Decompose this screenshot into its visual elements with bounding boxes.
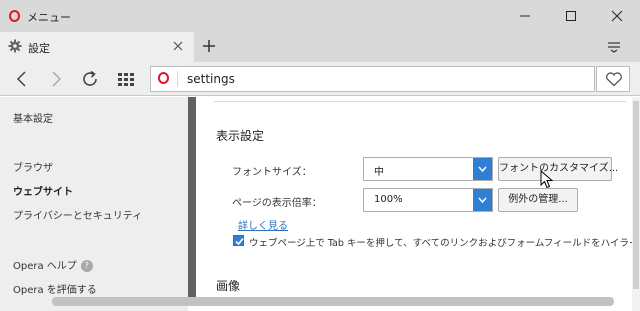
customize-fonts-button[interactable]: フォントのカスタマイズ... [498,157,618,181]
window-titlebar: メニュー [0,0,640,32]
display-section-title: 表示設定 [216,129,265,143]
sidebar-item-basic[interactable]: 基本設定 [13,110,53,125]
menu-icon[interactable] [607,41,621,53]
opera-logo-icon[interactable] [9,10,20,22]
font-size-select[interactable]: 中 [363,157,493,181]
sidebar-item-websites[interactable]: ウェブサイト [13,183,73,198]
bookmark-heart-button[interactable] [596,66,630,92]
font-size-dropdown-toggle[interactable] [473,158,492,180]
sidebar-item-privacy[interactable]: プライバシーとセキュリティ [13,207,142,222]
speed-dial-icon[interactable] [117,71,135,87]
sidebar-item-help[interactable]: Opera ヘルプ? [13,257,93,272]
minimize-icon [520,15,530,17]
maximize-button[interactable] [548,0,594,32]
tab-bar: 設定 [0,32,640,62]
sidebar-item-browser[interactable]: ブラウザ [13,159,53,174]
content-scrollbar-thumb[interactable] [633,101,639,289]
content-scrollbar[interactable] [632,97,640,311]
learn-more-link[interactable]: 詳しく見る [238,217,288,232]
close-window-button[interactable] [594,0,640,32]
manage-exceptions-button[interactable]: 例外の管理... [498,188,578,212]
zoom-select[interactable]: 100% [363,188,493,212]
settings-sidebar: 基本設定 ブラウザ ウェブサイト プライバシーとセキュリティ Opera ヘルプ… [0,97,188,311]
zoom-dropdown-toggle[interactable] [473,189,492,211]
plus-icon[interactable] [201,38,217,54]
section-divider [214,101,626,102]
tab-label: 設定 [28,42,50,55]
reload-icon[interactable] [81,70,101,88]
address-url[interactable]: settings [187,72,235,86]
sidebar-item-help-label: Opera ヘルプ [13,261,77,272]
gear-icon [8,39,22,53]
mouse-cursor-icon [540,170,554,189]
tab-highlight-label[interactable]: ウェブページ上で Tab キーを押して、すべてのリンクおよびフォームフィールドを… [249,235,640,249]
heart-icon [606,72,622,87]
sidebar-scrollbar[interactable] [188,97,196,303]
minimize-button[interactable] [502,0,548,32]
images-section-title: 画像 [216,279,241,293]
tab-highlight-checkbox[interactable] [233,235,244,246]
address-separator [177,71,178,87]
horizontal-scrollbar[interactable] [52,297,614,306]
zoom-label: ページの表示倍率： [232,198,322,209]
help-icon: ? [80,260,93,272]
maximize-icon [566,11,576,21]
chevron-down-icon [478,197,487,203]
checkmark-icon [235,237,244,246]
close-icon [611,10,623,22]
sidebar-item-rate[interactable]: Opera を評価する [13,281,97,296]
close-icon[interactable] [173,41,183,51]
navigation-bar: settings [0,62,640,96]
back-icon[interactable] [13,70,29,88]
tab-settings[interactable]: 設定 [0,32,194,62]
address-bar[interactable]: settings [150,66,595,92]
font-size-value: 中 [374,167,384,178]
font-size-label: フォントサイズ： [232,167,312,178]
forward-icon[interactable] [49,70,65,88]
window-title: メニュー [27,11,71,24]
chevron-down-icon [478,166,487,172]
settings-content: 表示設定 フォントサイズ： 中 フォントのカスタマイズ... ページの表示倍率：… [196,97,640,311]
opera-logo-icon [158,72,169,84]
zoom-value: 100% [374,194,403,205]
